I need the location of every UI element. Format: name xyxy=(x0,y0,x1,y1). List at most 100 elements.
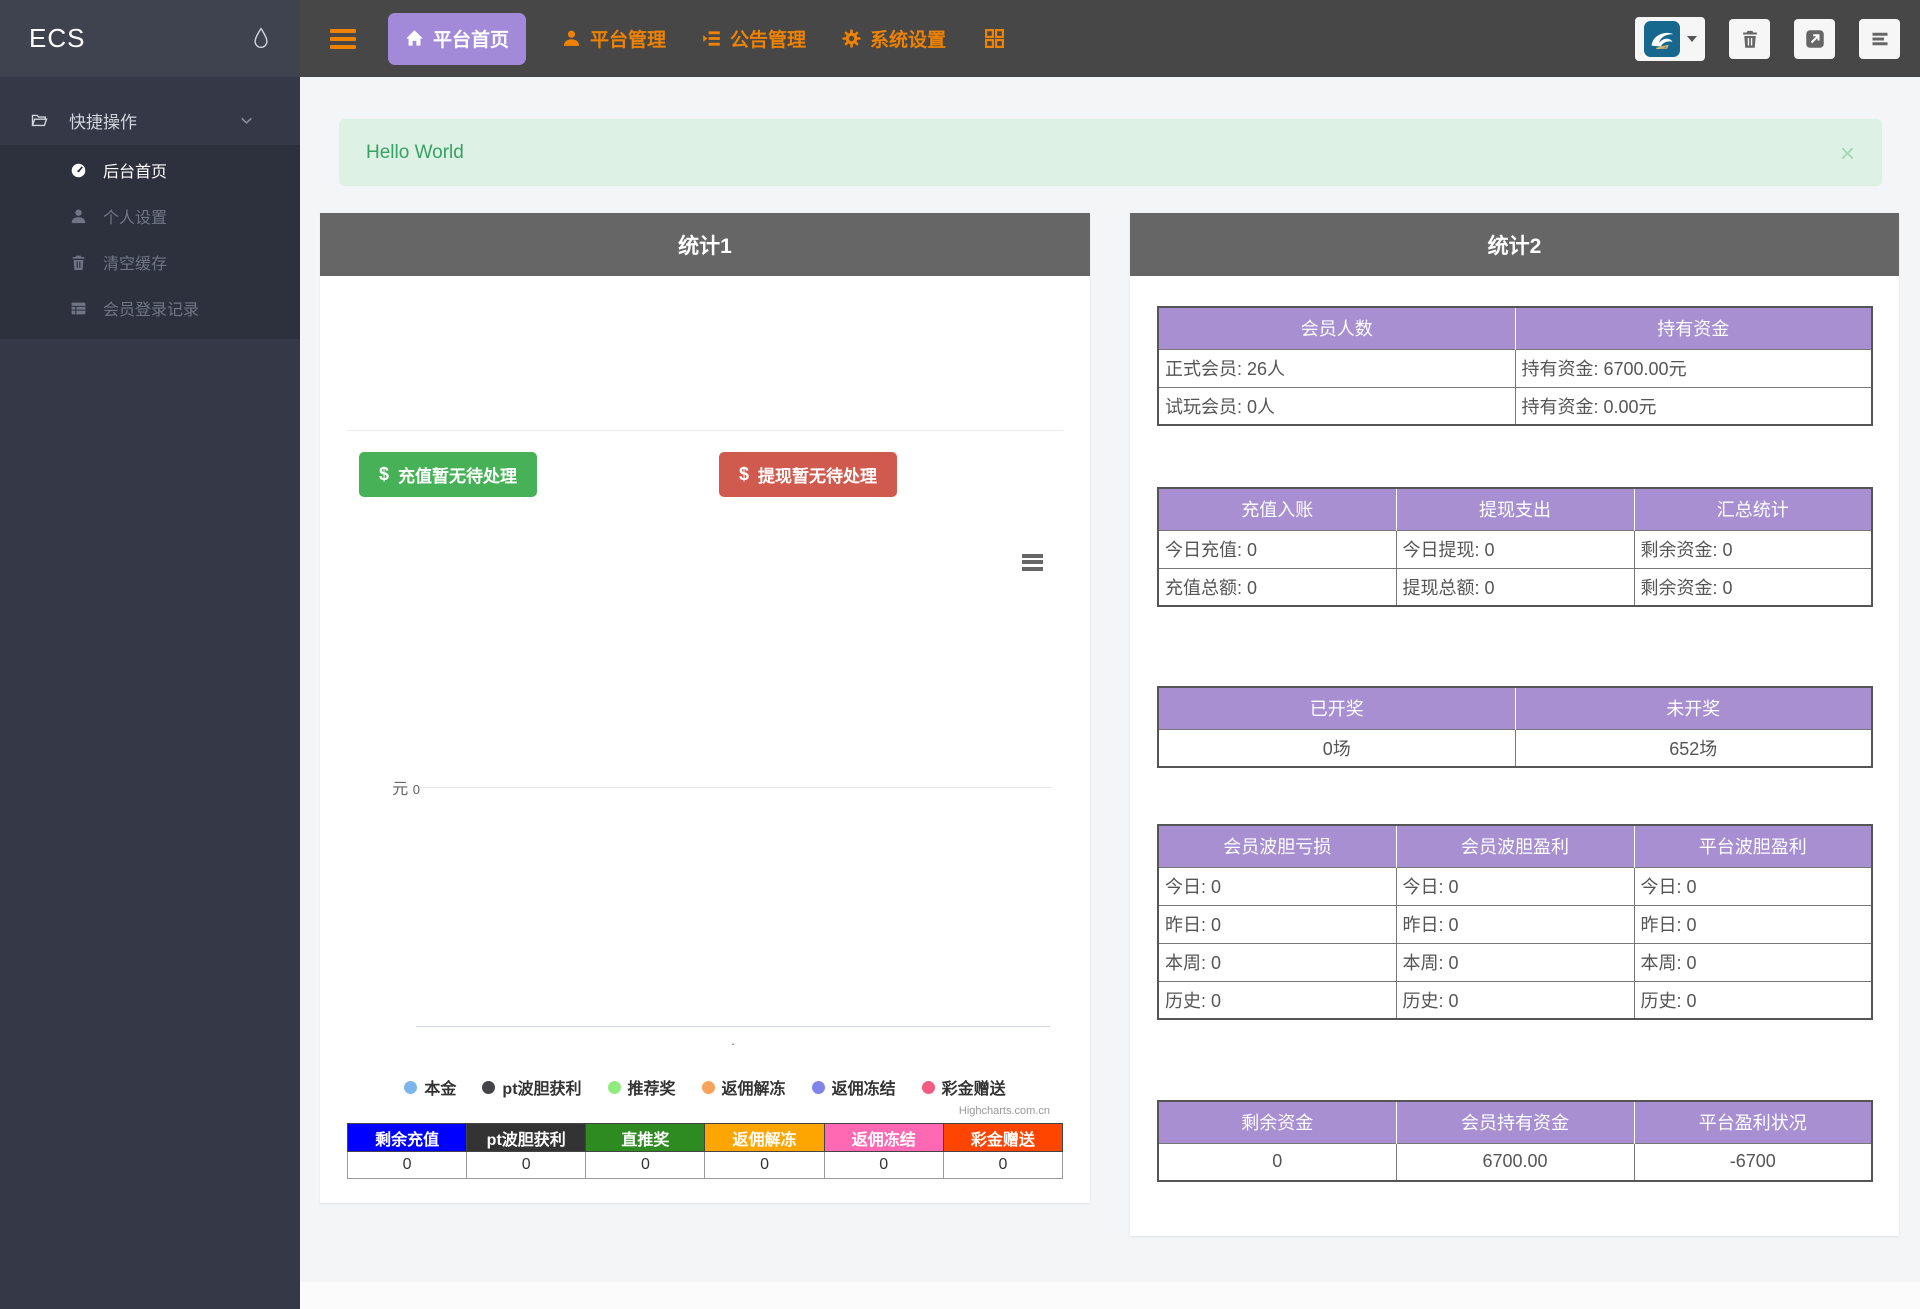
dashboard-icon xyxy=(70,162,87,179)
footer-strip xyxy=(300,1282,1920,1309)
tab-platform-manage[interactable]: 平台管理 xyxy=(562,13,666,65)
chart-credits[interactable]: Highcharts.com.cn xyxy=(959,1105,1050,1117)
table-cell: 今日: 0 xyxy=(1396,867,1634,905)
trash-icon xyxy=(1740,29,1760,49)
legend-item[interactable]: 返佣解冻 xyxy=(702,1075,786,1099)
table-row: 今日充值: 0今日提现: 0剩余资金: 0 xyxy=(1158,530,1872,568)
table-header-cell: 平台波胆盈利 xyxy=(1634,825,1872,867)
sidebar-section-quick-ops[interactable]: 快捷操作 xyxy=(0,95,300,145)
table-cell: 持有资金: 6700.00元 xyxy=(1515,349,1872,387)
tab-announcement-manage[interactable]: 公告管理 xyxy=(702,13,806,65)
table-header-cell: 持有资金 xyxy=(1515,307,1872,349)
table-header-row: 会员人数持有资金 xyxy=(1158,307,1872,349)
stat2-table-funds: 剩余资金会员持有资金平台盈利状况06700.00-6700 xyxy=(1157,1100,1873,1182)
tab-platform-home[interactable]: 平台首页 xyxy=(388,13,526,65)
gear-icon xyxy=(842,29,861,48)
table-icon xyxy=(70,300,87,317)
alert-banner: Hello World × xyxy=(339,119,1882,186)
avatar xyxy=(1644,21,1680,57)
tab-label: 系统设置 xyxy=(870,25,946,52)
summary-col-value: 0 xyxy=(824,1152,943,1179)
announcement-icon xyxy=(702,29,721,48)
water-drop-icon[interactable] xyxy=(252,27,270,51)
panel-stat2: 统计2 会员人数持有资金正式会员: 26人持有资金: 6700.00元试玩会员:… xyxy=(1130,213,1899,1236)
summary-col-value: 0 xyxy=(943,1152,1062,1179)
avatar-dropdown-button[interactable] xyxy=(1635,17,1705,61)
legend-item[interactable]: 彩金赠送 xyxy=(922,1075,1006,1099)
table-row: 充值总额: 0提现总额: 0剩余资金: 0 xyxy=(1158,568,1872,606)
withdraw-pending-button[interactable]: $ 提现暂无待处理 xyxy=(719,452,897,497)
sidebar-item-label: 个人设置 xyxy=(103,204,167,228)
summary-col-header: 返佣解冻 xyxy=(705,1124,824,1152)
table-cell: 剩余资金: 0 xyxy=(1634,568,1872,606)
close-icon[interactable]: × xyxy=(1840,140,1855,166)
summary-col-value: 0 xyxy=(467,1152,586,1179)
sidebar: ECS 快捷操作 后台首页个人设置清空缓存会员登录记录 xyxy=(0,0,300,1309)
sidebar-item-clear-cache[interactable]: 清空缓存 xyxy=(0,239,300,285)
open-external-button[interactable] xyxy=(1794,19,1835,59)
table-cell: 0场 xyxy=(1158,729,1515,767)
summary-value-row: 000000 xyxy=(348,1152,1063,1179)
legend-item[interactable]: 本金 xyxy=(404,1075,456,1099)
main-column: 平台首页 平台管理 公告管理 系统设置 xyxy=(300,0,1920,1309)
legend-label: pt波胆获利 xyxy=(502,1075,581,1099)
chart-top-empty xyxy=(347,276,1063,431)
table-cell: 6700.00 xyxy=(1396,1143,1634,1181)
summary-col-value: 0 xyxy=(348,1152,467,1179)
table-cell: 持有资金: 0.00元 xyxy=(1515,387,1872,425)
legend-label: 返佣冻结 xyxy=(832,1075,896,1099)
table-cell: 今日充值: 0 xyxy=(1158,530,1396,568)
apps-grid-icon[interactable] xyxy=(984,28,1005,49)
table-header-cell: 会员波胆亏损 xyxy=(1158,825,1396,867)
home-icon xyxy=(405,29,424,48)
table-header-cell: 剩余资金 xyxy=(1158,1101,1396,1143)
sidebar-item-profile[interactable]: 个人设置 xyxy=(0,193,300,239)
table-cell: 昨日: 0 xyxy=(1396,905,1634,943)
summary-col-value: 0 xyxy=(705,1152,824,1179)
panel1-body: $ 充值暂无待处理 $ 提现暂无待处理 元 xyxy=(320,276,1090,1203)
sidebar-item-label: 会员登录记录 xyxy=(103,296,199,320)
sidebar-item-login-records[interactable]: 会员登录记录 xyxy=(0,285,300,331)
nav-tabs: 平台首页 平台管理 公告管理 系统设置 xyxy=(388,13,946,65)
alert-text: Hello World xyxy=(366,142,464,164)
table-header-cell: 会员人数 xyxy=(1158,307,1515,349)
chart-context-menu-icon[interactable] xyxy=(1018,547,1047,577)
table-header-row: 已开奖未开奖 xyxy=(1158,687,1872,729)
tab-label: 平台管理 xyxy=(590,25,666,52)
table-row: 今日: 0今日: 0今日: 0 xyxy=(1158,867,1872,905)
legend-item[interactable]: 返佣冻结 xyxy=(812,1075,896,1099)
legend-dot xyxy=(404,1081,417,1094)
legend-dot xyxy=(812,1081,825,1094)
table-header-cell: 已开奖 xyxy=(1158,687,1515,729)
sidebar-item-label: 后台首页 xyxy=(103,158,167,182)
x-axis-tick: . xyxy=(416,1033,1050,1048)
table-cell: 652场 xyxy=(1515,729,1872,767)
log-list-button[interactable] xyxy=(1859,19,1900,59)
tab-label: 平台首页 xyxy=(433,25,509,52)
table-cell: 本周: 0 xyxy=(1634,943,1872,981)
table-header-row: 会员波胆亏损会员波胆盈利平台波胆盈利 xyxy=(1158,825,1872,867)
table-row: 昨日: 0昨日: 0昨日: 0 xyxy=(1158,905,1872,943)
menu-icon[interactable] xyxy=(330,25,356,53)
external-link-icon xyxy=(1805,29,1825,49)
legend-item[interactable]: 推荐奖 xyxy=(608,1075,676,1099)
table-row: 06700.00-6700 xyxy=(1158,1143,1872,1181)
clear-trash-button[interactable] xyxy=(1729,19,1770,59)
sidebar-item-label: 清空缓存 xyxy=(103,250,167,274)
table-cell: 今日: 0 xyxy=(1634,867,1872,905)
navbar-right-buttons xyxy=(1635,17,1900,61)
panels-row: 统计1 $ 充值暂无待处理 $ 提现暂无待处理 xyxy=(300,213,1920,1236)
table-cell: 本周: 0 xyxy=(1158,943,1396,981)
pending-buttons-row: $ 充值暂无待处理 $ 提现暂无待处理 xyxy=(320,431,1090,497)
tab-system-settings[interactable]: 系统设置 xyxy=(842,13,946,65)
chevron-down-icon xyxy=(238,112,255,129)
panel-stat1: 统计1 $ 充值暂无待处理 $ 提现暂无待处理 xyxy=(320,213,1090,1203)
caret-down-icon xyxy=(1687,36,1697,42)
table-cell: 本周: 0 xyxy=(1396,943,1634,981)
table-header-cell: 未开奖 xyxy=(1515,687,1872,729)
table-cell: 历史: 0 xyxy=(1158,981,1396,1019)
deposit-pending-button[interactable]: $ 充值暂无待处理 xyxy=(359,452,537,497)
legend-item[interactable]: pt波胆获利 xyxy=(482,1075,581,1099)
app-logo: ECS xyxy=(29,23,85,54)
sidebar-item-home[interactable]: 后台首页 xyxy=(0,147,300,193)
